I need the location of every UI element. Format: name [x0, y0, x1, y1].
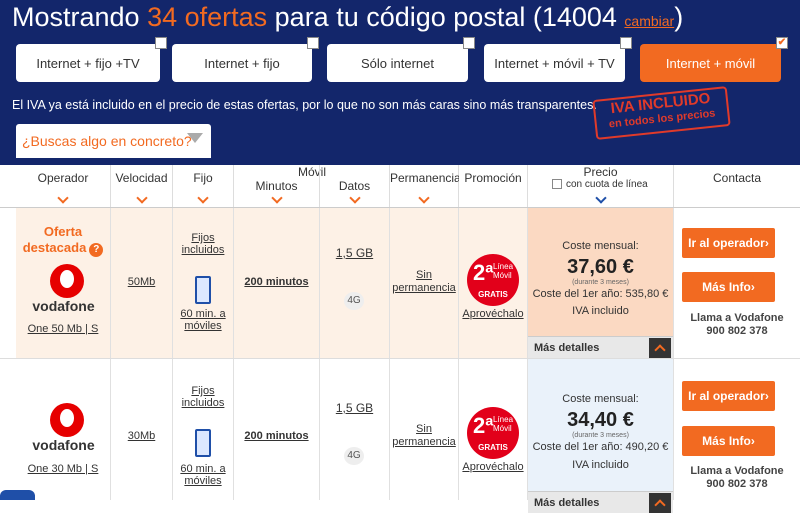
mobile-minutes-link[interactable]: 60 min. a móviles [173, 308, 233, 332]
offer-row: Oferta destacada? vodafone One 50 Mb | S … [16, 208, 800, 358]
price-cell: Coste mensual: 37,60 € (durante 3 meses)… [528, 208, 674, 358]
header-banner: Mostrando 34 ofertas para tu código post… [0, 0, 800, 165]
iva-label: IVA incluido [572, 305, 629, 317]
offer-row: vodafone One 30 Mb | S 30Mb Fijos incluid… [16, 359, 800, 513]
mobile-minutes-link[interactable]: 60 min. a móviles [173, 463, 233, 487]
promo-link[interactable]: Aprovéchalo [459, 461, 527, 473]
fijo-link[interactable]: Fijos incluidos [173, 232, 233, 256]
data-value: 1,5 GB [335, 246, 374, 260]
iva-label: IVA incluido [572, 459, 629, 471]
mobile-phone-icon [195, 429, 211, 457]
minutes-value: 200 minutos [234, 208, 320, 358]
col-velocidad[interactable]: Velocidad [111, 165, 173, 208]
permanencia-link[interactable]: Sin permanencia [390, 359, 459, 500]
filter-icon [187, 133, 203, 143]
chevron-up-icon[interactable] [649, 493, 671, 513]
plan-link[interactable]: One 30 Mb | S [16, 463, 110, 475]
price-label: Coste mensual: [562, 240, 639, 252]
col-operador[interactable]: Operador [16, 165, 111, 208]
first-year-cost: Coste del 1er año: 490,20 € [532, 441, 669, 453]
page-title: Mostrando 34 ofertas para tu código post… [12, 2, 684, 32]
iva-stamp: IVA INCLUIDO en todos los precios [592, 86, 731, 140]
filter-checkbox[interactable] [620, 37, 632, 49]
col-minutos[interactable]: Minutos [234, 165, 320, 208]
minutes-value: 200 minutos [234, 359, 320, 500]
go-to-operator-button[interactable]: Ir al operador › [682, 381, 775, 411]
call-info: Llama a Vodafone 900 802 378 [690, 465, 784, 490]
chevron-up-icon[interactable] [649, 338, 671, 358]
col-fijo[interactable]: Fijo [173, 165, 234, 208]
speed-value: 50Mb [111, 208, 173, 358]
mobile-phone-icon [195, 276, 211, 304]
chevron-down-icon [57, 192, 69, 204]
chevron-down-icon [197, 192, 209, 204]
more-info-button[interactable]: Más Info › [682, 426, 775, 456]
network-badge: 4G [344, 292, 364, 310]
fijo-cell: Fijos incluidos 60 min. a móviles [173, 359, 234, 500]
col-precio[interactable]: Precio con cuota de línea [528, 165, 674, 208]
chevron-down-icon [348, 192, 361, 204]
filter-internet-movil-tv[interactable]: Internet + móvil + TV [484, 37, 632, 82]
chevron-down-icon [418, 192, 430, 204]
help-icon[interactable]: ? [89, 243, 104, 257]
filter-checkbox[interactable] [307, 37, 319, 49]
chevron-down-icon [594, 192, 607, 204]
cuota-toggle[interactable]: con cuota de línea [552, 179, 648, 190]
speed-value: 30Mb [111, 359, 173, 500]
filter-internet-fijo[interactable]: Internet + fijo [172, 37, 319, 82]
data-cell: 1,5 GB 4G [320, 208, 390, 358]
contact-cell: Ir al operador › Más Info › Llama a Voda… [674, 359, 800, 500]
first-year-cost: Coste del 1er año: 535,80 € [532, 288, 669, 300]
col-contacta: Contacta [674, 165, 800, 208]
vodafone-logo-icon [50, 403, 84, 437]
filter-checkbox[interactable] [155, 37, 167, 49]
more-info-button[interactable]: Más Info › [682, 272, 775, 302]
operator-cell: vodafone One 30 Mb | S [16, 359, 111, 500]
promo-cell: 2ª Línea Móvil GRATIS Aprovéchalo [459, 359, 528, 500]
chevron-down-icon [135, 192, 148, 204]
data-cell: 1,5 GB 4G [320, 359, 390, 500]
brand-name: vodafone [32, 437, 95, 453]
promo-badge: 2ª Línea Móvil GRATIS [467, 254, 519, 306]
col-promocion: Promoción [459, 165, 528, 208]
col-datos[interactable]: Datos [320, 165, 390, 208]
promo-cell: 2ª Línea Móvil GRATIS Aprovéchalo [459, 208, 528, 358]
promo-badge: 2ª Línea Móvil GRATIS [467, 407, 519, 459]
cuota-checkbox[interactable] [552, 179, 562, 190]
call-info: Llama a Vodafone 900 802 378 [690, 312, 784, 337]
operator-cell: Oferta destacada? vodafone One 50 Mb | S [16, 208, 111, 358]
chevron-down-icon [270, 192, 283, 204]
data-value: 1,5 GB [335, 401, 374, 415]
brand-name: vodafone [32, 298, 95, 314]
filter-internet-movil[interactable]: Internet + móvil ✔ [640, 37, 788, 82]
filter-checkbox[interactable] [463, 37, 475, 49]
iva-note: El IVA ya está incluido en el precio de … [12, 98, 597, 112]
price-value: 34,40 € [567, 409, 634, 431]
scroll-handle[interactable] [0, 490, 35, 500]
more-details-bar[interactable]: Más detalles [528, 491, 673, 513]
fijo-cell: Fijos incluidos 60 min. a móviles [173, 208, 234, 358]
permanencia-link[interactable]: Sin permanencia [390, 208, 459, 358]
go-to-operator-button[interactable]: Ir al operador › [682, 228, 775, 258]
search-filter-tab[interactable]: ¿Buscas algo en concreto? [16, 124, 211, 158]
filter-solo-internet[interactable]: Sólo internet [327, 37, 475, 82]
change-postcode-link[interactable]: cambiar [624, 13, 674, 29]
price-duration: (durante 3 meses) [572, 432, 629, 439]
fijo-link[interactable]: Fijos incluidos [173, 385, 233, 409]
contact-cell: Ir al operador › Más Info › Llama a Voda… [674, 208, 800, 358]
filter-checkbox-checked[interactable]: ✔ [776, 37, 788, 49]
price-duration: (durante 3 meses) [572, 279, 629, 286]
network-badge: 4G [344, 447, 364, 465]
plan-link[interactable]: One 50 Mb | S [16, 323, 110, 335]
price-label: Coste mensual: [562, 393, 639, 405]
price-value: 37,60 € [567, 256, 634, 278]
col-permanencia[interactable]: Permanencia [390, 165, 461, 208]
vodafone-logo-icon [50, 264, 84, 298]
featured-label: Oferta destacada? [16, 224, 110, 257]
more-details-bar[interactable]: Más detalles [528, 336, 673, 358]
promo-link[interactable]: Aprovéchalo [459, 308, 527, 320]
filter-internet-fijo-tv[interactable]: Internet + fijo +TV [16, 37, 167, 82]
price-cell: Coste mensual: 34,40 € (durante 3 meses)… [528, 359, 674, 513]
